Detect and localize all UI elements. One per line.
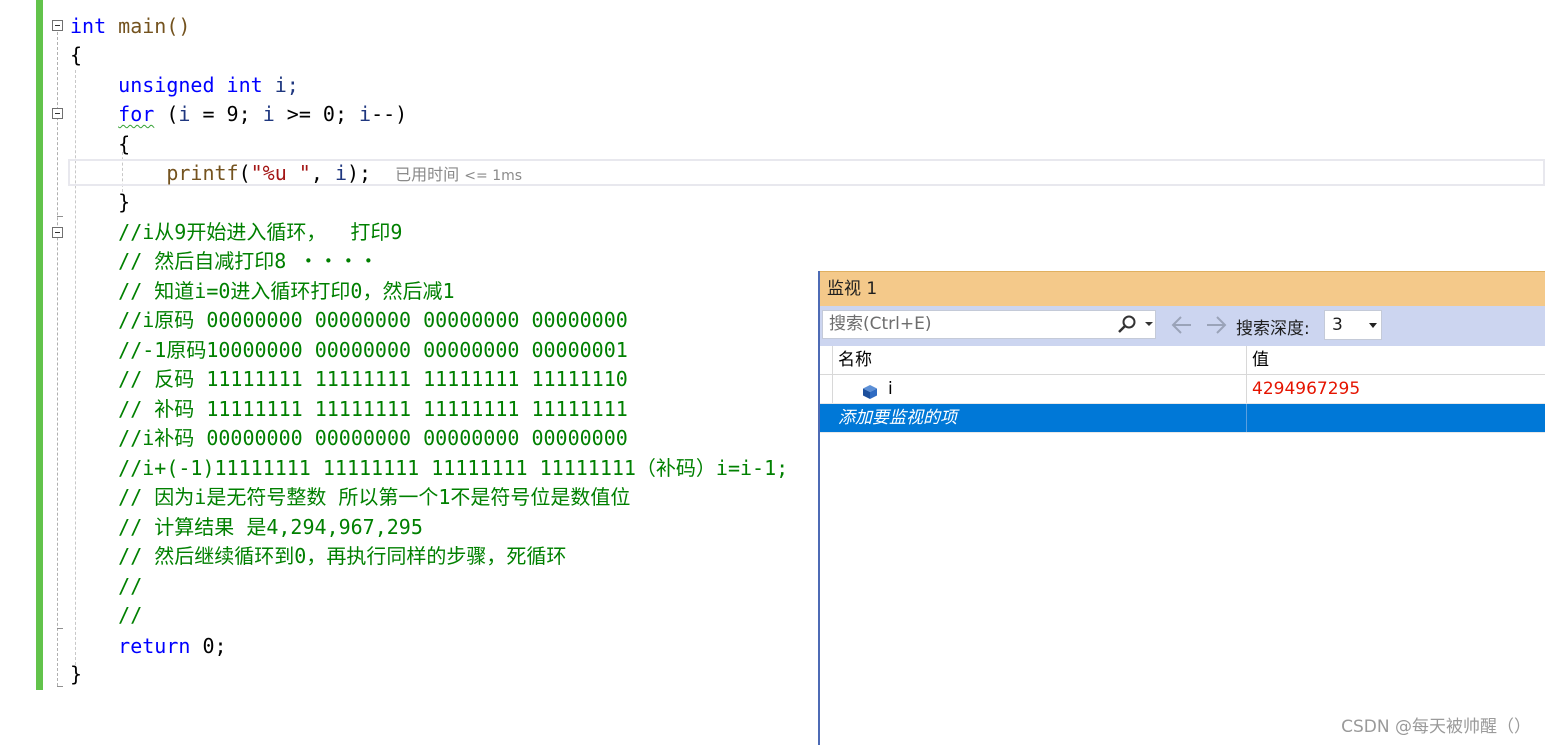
comment-text: // bbox=[118, 574, 143, 598]
paren-open: ( bbox=[238, 161, 251, 185]
code-line-5[interactable]: { bbox=[70, 130, 130, 159]
code-text: --) bbox=[371, 102, 408, 126]
watch-row-value[interactable]: 4294967295 bbox=[1252, 375, 1360, 403]
column-header-name[interactable]: 名称 bbox=[838, 346, 872, 374]
keyword-int: int bbox=[70, 14, 107, 38]
comment-text: // 知道i=0进入循环打印0，然后减1 bbox=[118, 279, 455, 303]
outline-end-comment bbox=[57, 628, 63, 629]
add-watch-item-label: 添加要监视的项 bbox=[838, 408, 957, 428]
comment-text: //i+(-1)11111111 11111111 11111111 11111… bbox=[118, 456, 789, 480]
perf-tip-label: 已用时间 bbox=[395, 165, 460, 184]
watch-window[interactable]: 监视 1 搜索(Ctrl+E) 搜索深度: 3 名称 值 i 429496729… bbox=[818, 271, 1545, 745]
code-line-17[interactable]: // 因为i是无符号整数 所以第一个1不是符号位是数值位 bbox=[70, 483, 630, 512]
code-line-19[interactable]: // 然后继续循环到0，再执行同样的步骤，死循环 bbox=[70, 542, 566, 571]
watch-toolbar: 搜索(Ctrl+E) 搜索深度: 3 bbox=[820, 306, 1545, 346]
comment-text: // 因为i是无符号整数 所以第一个1不是符号位是数值位 bbox=[118, 485, 631, 509]
chevron-down-icon[interactable] bbox=[1369, 323, 1377, 328]
code-line-3[interactable]: unsigned int i; bbox=[70, 71, 299, 100]
code-line-4[interactable]: for (i = 9; i >= 0; i--) bbox=[70, 100, 407, 129]
outline-end-main bbox=[57, 686, 63, 687]
code-line-2[interactable]: { bbox=[70, 41, 82, 70]
code-line-12[interactable]: //-1原码10000000 00000000 00000000 0000000… bbox=[70, 336, 628, 365]
code-text: = 9; bbox=[190, 102, 263, 126]
code-text: ); bbox=[346, 161, 372, 185]
column-separator bbox=[1246, 404, 1247, 432]
code-line-18[interactable]: // 计算结果 是4,294,967,295 bbox=[70, 513, 423, 542]
comment-text: //-1原码10000000 00000000 00000000 0000000… bbox=[118, 338, 628, 362]
identifier-i: i bbox=[178, 102, 191, 126]
code-line-21[interactable]: // bbox=[70, 601, 142, 630]
collapse-for-icon[interactable] bbox=[52, 108, 63, 119]
brace-open: { bbox=[118, 132, 131, 156]
code-line-22[interactable]: return 0; bbox=[70, 632, 227, 661]
watch-title[interactable]: 监视 1 bbox=[820, 271, 1545, 306]
code-line-10[interactable]: // 知道i=0进入循环打印0，然后减1 bbox=[70, 277, 455, 306]
watch-search-input[interactable]: 搜索(Ctrl+E) bbox=[822, 310, 1156, 339]
code-line-6[interactable]: printf("%u ", i); 已用时间 <= 1ms bbox=[70, 159, 522, 188]
keyword-unsigned: unsigned bbox=[118, 73, 215, 97]
comment-text: //i原码 00000000 00000000 00000000 0000000… bbox=[118, 308, 628, 332]
identifier-i: i bbox=[334, 161, 347, 185]
arrow-right-icon[interactable] bbox=[1204, 313, 1228, 337]
code-line-13[interactable]: // 反码 11111111 11111111 11111111 1111111… bbox=[70, 365, 628, 394]
comment-text: // bbox=[118, 603, 143, 627]
watch-grid: 名称 值 i 4294967295 添加要监视的项 bbox=[820, 346, 1545, 433]
code-text: 0; bbox=[190, 634, 227, 658]
search-depth-value: 3 bbox=[1332, 315, 1343, 335]
watch-search-placeholder: 搜索(Ctrl+E) bbox=[829, 314, 932, 334]
code-line-9[interactable]: // 然后自减打印8 ・・・・ bbox=[70, 247, 378, 276]
search-depth-label: 搜索深度: bbox=[1236, 319, 1310, 339]
code-line-1[interactable]: int main() bbox=[70, 12, 190, 41]
add-watch-item-row[interactable]: 添加要监视的项 bbox=[820, 404, 1545, 433]
comment-text: // 然后继续循环到0，再执行同样的步骤，死循环 bbox=[118, 544, 567, 568]
function-printf: printf bbox=[166, 161, 239, 185]
identifier-i: i bbox=[359, 102, 372, 126]
collapse-comment-icon[interactable] bbox=[52, 227, 63, 238]
column-resize-handle[interactable] bbox=[1246, 346, 1247, 374]
watch-row[interactable]: i 4294967295 bbox=[820, 375, 1545, 404]
code-line-14[interactable]: // 补码 11111111 11111111 11111111 1111111… bbox=[70, 395, 628, 424]
code-line-8[interactable]: //i从9开始进入循环， 打印9 bbox=[70, 218, 402, 247]
brace-close: } bbox=[118, 190, 131, 214]
keyword-int: int bbox=[226, 73, 263, 97]
keyword-return: return bbox=[118, 634, 191, 658]
string-literal: "%u " bbox=[250, 161, 311, 185]
search-options-chevron-down-icon[interactable] bbox=[1145, 322, 1153, 326]
change-tracking-bar bbox=[36, 0, 43, 690]
code-text: , bbox=[310, 161, 335, 185]
code-line-16[interactable]: //i+(-1)11111111 11111111 11111111 11111… bbox=[70, 454, 788, 483]
watermark: CSDN @每天被帅醒（） bbox=[1341, 717, 1531, 737]
comment-text: // 计算结果 是4,294,967,295 bbox=[118, 515, 423, 539]
code-text: >= 0; bbox=[274, 102, 360, 126]
perf-tip-value: <= 1ms bbox=[464, 168, 523, 184]
collapse-main-icon[interactable] bbox=[52, 20, 63, 31]
search-icon[interactable] bbox=[1115, 313, 1139, 337]
column-separator bbox=[832, 375, 833, 403]
comment-text: //i从9开始进入循环， 打印9 bbox=[118, 220, 403, 244]
arrow-left-icon[interactable] bbox=[1170, 313, 1194, 337]
watch-row-name: i bbox=[888, 379, 893, 399]
column-separator bbox=[1246, 375, 1247, 403]
column-separator bbox=[832, 346, 833, 374]
outline-end-for bbox=[57, 216, 63, 217]
comment-text: //i补码 00000000 00000000 00000000 0000000… bbox=[118, 426, 628, 450]
perf-tip[interactable]: 已用时间 <= 1ms bbox=[395, 165, 522, 184]
comment-text: // 然后自减打印8 ・・・・ bbox=[118, 249, 379, 273]
identifier-i: i; bbox=[262, 73, 299, 97]
keyword-for: for bbox=[118, 102, 155, 126]
identifier-i: i bbox=[262, 102, 275, 126]
code-line-15[interactable]: //i补码 00000000 00000000 00000000 0000000… bbox=[70, 424, 628, 453]
search-depth-select[interactable]: 3 bbox=[1324, 310, 1382, 340]
comment-text: // 补码 11111111 11111111 11111111 1111111… bbox=[118, 397, 628, 421]
watch-header-row: 名称 值 bbox=[820, 346, 1545, 375]
column-header-value[interactable]: 值 bbox=[1252, 346, 1269, 374]
code-line-11[interactable]: //i原码 00000000 00000000 00000000 0000000… bbox=[70, 306, 628, 335]
comment-text: // 反码 11111111 11111111 11111111 1111111… bbox=[118, 367, 628, 391]
paren-open: ( bbox=[154, 102, 179, 126]
outline-guide-main bbox=[57, 32, 58, 686]
code-line-23[interactable]: } bbox=[70, 660, 82, 689]
function-main: main() bbox=[106, 14, 191, 38]
code-line-20[interactable]: // bbox=[70, 572, 142, 601]
code-line-7[interactable]: } bbox=[70, 188, 130, 217]
